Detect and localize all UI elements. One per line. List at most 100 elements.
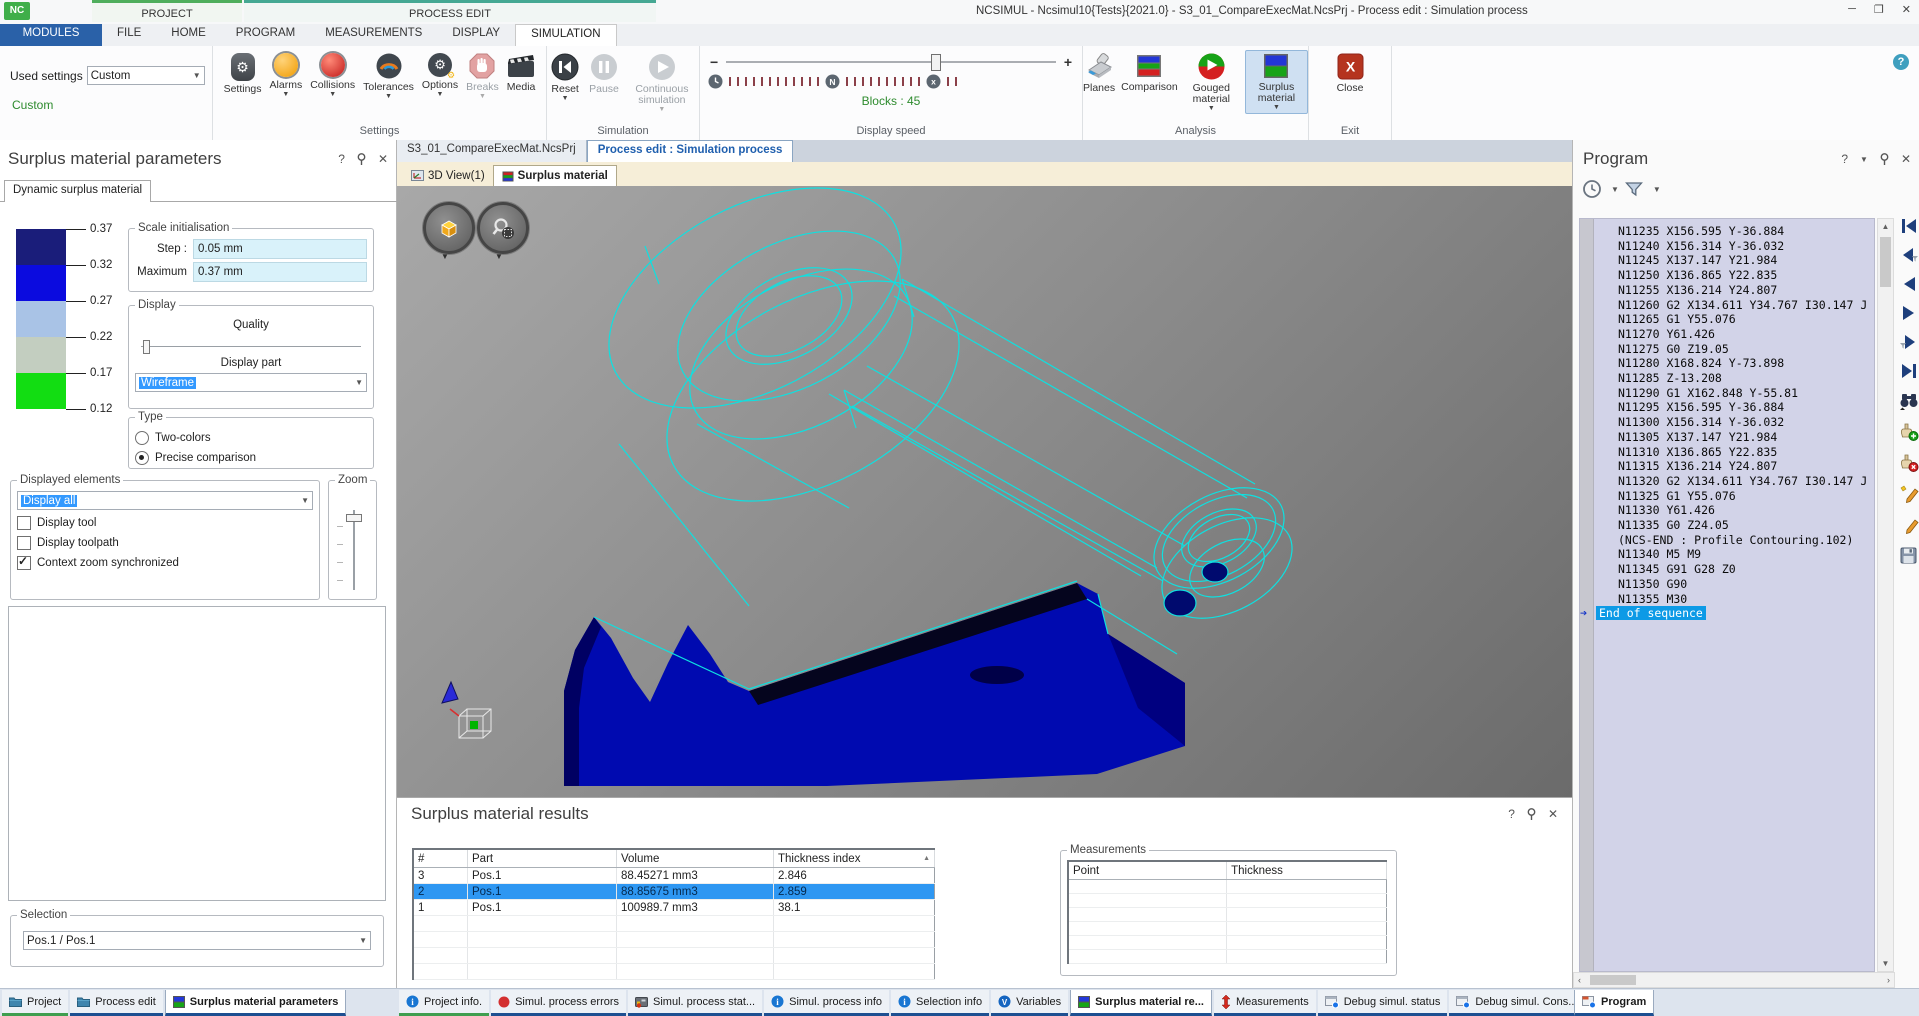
displayed-elements-dropdown[interactable]: Display all ▼ [17, 491, 313, 510]
display-part-dropdown[interactable]: Wireframe ▼ [135, 373, 367, 392]
document-tab-s3-01-compareexecmat-ncsprj[interactable]: S3_01_CompareExecMat.NcsPrj [397, 140, 587, 162]
step-forward-icon[interactable] [1900, 305, 1918, 321]
measurements-table[interactable]: PointThickness [1067, 860, 1387, 964]
scroll-left-icon[interactable]: ‹ [1578, 975, 1581, 985]
minimize-icon[interactable]: ─ [1848, 3, 1856, 16]
chevron-down-icon[interactable]: ▼ [441, 252, 449, 261]
table-row[interactable] [413, 932, 935, 948]
help-icon[interactable]: ? [1508, 807, 1515, 821]
workflow-group-process-edit[interactable]: PROCESS EDIT [244, 0, 656, 22]
taskbar-tab-process-edit[interactable]: Process edit [70, 990, 163, 1016]
alarms-button[interactable]: Alarms ▼ [270, 53, 303, 98]
ribbon-tab-modules[interactable]: MODULES [0, 24, 102, 46]
gcode-line[interactable]: N11245 X137.147 Y21.984 [1580, 253, 1874, 268]
media-button[interactable]: Media [507, 53, 536, 93]
results-column-volume[interactable]: Volume [617, 849, 774, 868]
gcode-line[interactable]: N11265 G1 Y55.076 [1580, 312, 1874, 327]
ribbon-tab-home[interactable]: HOME [156, 24, 221, 46]
gcode-line[interactable]: N11285 Z-13.208 [1580, 371, 1874, 386]
gcode-line[interactable]: N11270 Y61.426 [1580, 327, 1874, 342]
pin-icon[interactable] [1880, 153, 1889, 166]
gcode-line[interactable]: N11340 M5 M9 [1580, 547, 1874, 562]
gcode-line[interactable]: N11350 G90 [1580, 577, 1874, 592]
help-icon[interactable]: ? [338, 152, 345, 166]
gcode-line[interactable]: N11345 G91 G28 Z0 [1580, 562, 1874, 577]
taskbar-tab-selection-info[interactable]: iSelection info [891, 990, 989, 1016]
quality-slider-handle[interactable] [143, 340, 150, 354]
vertical-scrollbar[interactable]: ▲ ▼ [1877, 218, 1894, 972]
gcode-line[interactable]: N11325 G1 Y55.076 [1580, 489, 1874, 504]
ribbon-tab-file[interactable]: FILE [102, 24, 156, 46]
planes-button[interactable]: Planes [1083, 53, 1115, 94]
close-panel-icon[interactable]: ✕ [1901, 152, 1911, 166]
close-panel-icon[interactable]: ✕ [378, 152, 388, 166]
speed-plus-button[interactable]: + [1064, 56, 1072, 68]
results-column-thickness-index[interactable]: Thickness index▲ [774, 849, 935, 868]
surplus-material-button[interactable]: Surplus material ▼ [1245, 50, 1308, 114]
scroll-right-icon[interactable]: › [1887, 975, 1890, 985]
used-settings-dropdown[interactable]: Custom ▼ [87, 66, 205, 85]
tolerances-button[interactable]: Tolerances ▼ [363, 53, 414, 100]
ribbon-tab-program[interactable]: PROGRAM [221, 24, 310, 46]
save-icon[interactable] [1900, 547, 1918, 565]
filter-funnel-icon[interactable] [1625, 181, 1643, 197]
gcode-line[interactable]: N11240 X156.314 Y-36.032 [1580, 239, 1874, 254]
speed-clock-icon[interactable] [708, 74, 723, 89]
3d-viewport[interactable]: ▼ ▼ [397, 186, 1572, 797]
results-column-part[interactable]: Part [468, 849, 617, 868]
gcode-listing[interactable]: N11235 X156.595 Y-36.884N11240 X156.314 … [1579, 218, 1875, 972]
gouged-material-button[interactable]: Gouged material ▼ [1184, 53, 1239, 112]
gcode-line[interactable]: N11235 X156.595 Y-36.884 [1580, 224, 1874, 239]
scroll-up-icon[interactable]: ▲ [1878, 222, 1893, 231]
chevron-down-icon[interactable]: ▼ [1860, 155, 1868, 164]
scroll-down-icon[interactable]: ▼ [1878, 959, 1893, 968]
scrollbar-thumb[interactable] [1590, 975, 1636, 985]
table-row[interactable]: 1Pos.1100989.7 mm338.1 [413, 900, 935, 916]
table-row[interactable] [413, 964, 935, 980]
settings-button[interactable]: ⚙ Settings [224, 53, 262, 95]
remove-breakpoint-icon[interactable] [1899, 454, 1919, 472]
taskbar-tab-measurements[interactable]: Measurements [1214, 990, 1316, 1016]
zoom-slider[interactable] [353, 510, 355, 590]
taskbar-tab-surplus-material-parameters[interactable]: Surplus material parameters [165, 990, 347, 1016]
taskbar-tab-simul-process-stat[interactable]: Simul. process stat... [628, 990, 762, 1016]
measurements-column-point[interactable]: Point [1068, 861, 1227, 880]
edit-new-icon[interactable] [1899, 485, 1919, 503]
taskbar-tab-project[interactable]: Project [2, 990, 68, 1016]
speed-tick-scale[interactable]: Nx [700, 68, 1082, 89]
help-icon[interactable]: ? [1893, 54, 1909, 70]
gcode-line[interactable]: N11300 X156.314 Y-36.032 [1580, 415, 1874, 430]
taskbar-tab-program[interactable]: Program [1574, 990, 1654, 1016]
go-last-icon[interactable] [1900, 363, 1918, 379]
chevron-down-icon[interactable]: ▼ [1611, 185, 1619, 194]
speed-minus-button[interactable]: − [710, 56, 718, 68]
quality-slider[interactable] [141, 337, 361, 351]
search-icon[interactable] [1899, 392, 1919, 410]
document-tab-process-edit-simulation-process[interactable]: Process edit : Simulation process [587, 140, 794, 162]
gcode-line[interactable]: N11335 G0 Z24.05 [1580, 518, 1874, 533]
taskbar-tab-debug-simul-cons[interactable]: Debug simul. Cons... [1449, 990, 1584, 1016]
checkbox-context-zoom-synchronized[interactable]: Context zoom synchronized [17, 556, 313, 570]
table-row[interactable] [413, 916, 935, 932]
table-row[interactable] [413, 948, 935, 964]
results-table[interactable]: #PartVolumeThickness index▲3Pos.188.4527… [412, 848, 935, 980]
zoom-slider-handle[interactable] [346, 514, 362, 522]
gcode-line[interactable]: N11290 G1 X162.848 Y-55.81 [1580, 386, 1874, 401]
view-orientation-button[interactable] [423, 202, 475, 254]
gcode-line[interactable]: N11255 X136.214 Y24.807 [1580, 283, 1874, 298]
go-first-icon[interactable] [1900, 218, 1918, 234]
edit-icon[interactable] [1899, 516, 1919, 534]
gcode-line[interactable]: N11330 Y61.426 [1580, 503, 1874, 518]
pin-icon[interactable] [357, 153, 366, 166]
chevron-down-icon[interactable]: ▼ [1653, 185, 1661, 194]
help-icon[interactable]: ? [1841, 152, 1848, 166]
gcode-line[interactable]: N11320 G2 X134.611 Y34.767 I30.147 J [1580, 474, 1874, 489]
results-column-[interactable]: # [413, 849, 468, 868]
speed-slider[interactable] [726, 61, 1056, 63]
checkbox-display-toolpath[interactable]: Display toolpath [17, 536, 313, 550]
table-row[interactable]: 3Pos.188.45271 mm32.846 [413, 868, 935, 884]
pin-icon[interactable] [1527, 808, 1536, 821]
gcode-line[interactable]: N11275 G0 Z19.05 [1580, 342, 1874, 357]
gcode-line[interactable]: N11280 X168.824 Y-73.898 [1580, 356, 1874, 371]
gcode-line[interactable]: N11295 X156.595 Y-36.884 [1580, 400, 1874, 415]
